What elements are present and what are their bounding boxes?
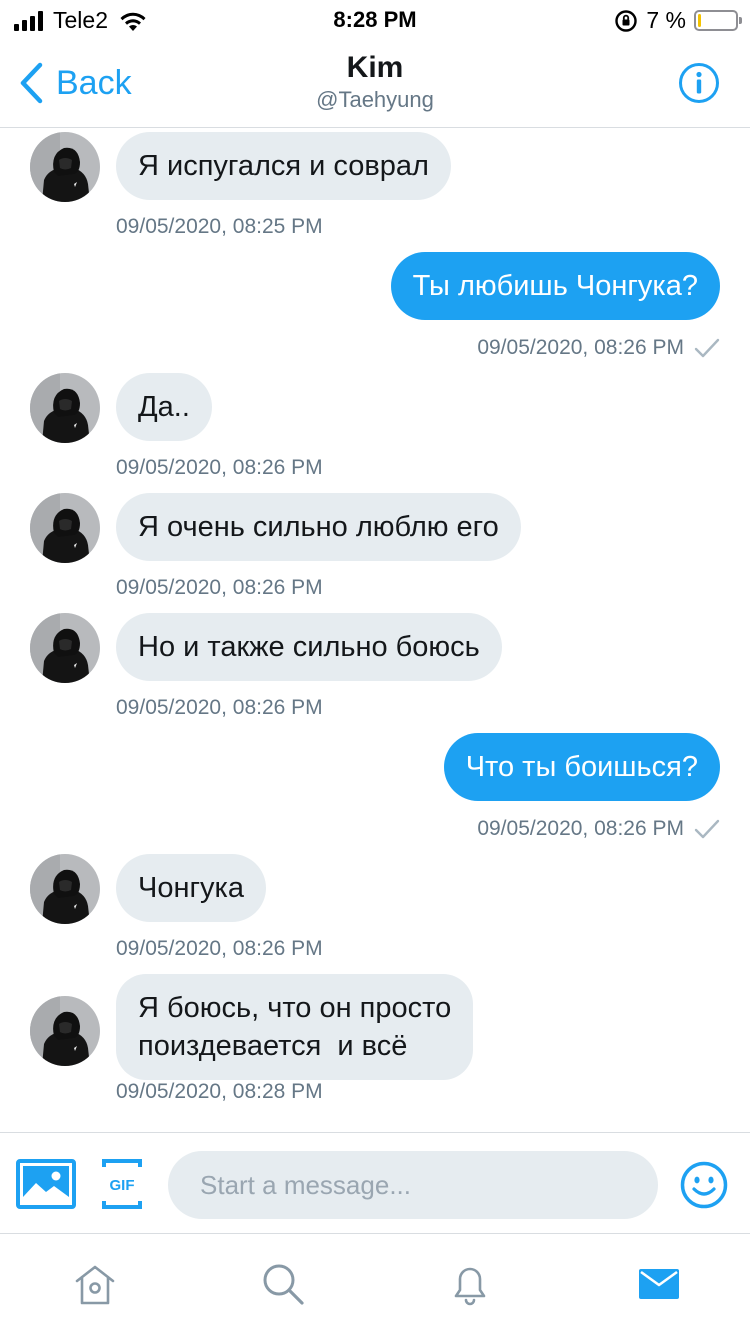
avatar[interactable] bbox=[30, 854, 100, 924]
avatar[interactable] bbox=[30, 996, 100, 1066]
message-bubble[interactable]: Чонгука bbox=[116, 854, 267, 922]
notifications-icon bbox=[454, 1267, 486, 1306]
message-bubble[interactable]: Я боюсь, что он просто поиздевается и вс… bbox=[116, 974, 474, 1080]
avatar[interactable] bbox=[30, 613, 100, 683]
message-timestamp: 09/05/2020, 08:26 PM bbox=[116, 456, 323, 479]
message-bubble[interactable]: Я испугался и соврал bbox=[116, 132, 451, 200]
gif-icon: GIF bbox=[102, 1159, 142, 1209]
orientation-lock-icon bbox=[615, 9, 638, 32]
add-gif-button[interactable]: GIF bbox=[102, 1159, 142, 1214]
message-input[interactable] bbox=[168, 1151, 658, 1219]
message-bubble[interactable]: Я очень сильно люблю его bbox=[116, 493, 521, 561]
message-list[interactable]: Я испугался и соврал 09/05/2020, 08:25 P… bbox=[0, 128, 750, 1132]
tab-search[interactable] bbox=[260, 1261, 306, 1312]
avatar[interactable] bbox=[30, 373, 100, 443]
message-bubble[interactable]: Ты любишь Чонгука? bbox=[390, 252, 720, 320]
conversation-handle: @Taehyung bbox=[316, 87, 434, 112]
avatar-image bbox=[30, 613, 100, 683]
image-icon bbox=[16, 1159, 76, 1209]
battery-level bbox=[698, 14, 701, 27]
smiley-icon bbox=[680, 1161, 728, 1209]
battery-icon bbox=[694, 10, 742, 31]
tab-messages[interactable] bbox=[636, 1261, 682, 1312]
status-right: 7 % bbox=[614, 7, 742, 34]
message-bubble[interactable]: Что ты боишься? bbox=[443, 733, 720, 801]
tab-notifications[interactable] bbox=[447, 1261, 493, 1312]
message-timestamp: 09/05/2020, 08:26 PM bbox=[116, 576, 323, 599]
gif-label: GIF bbox=[110, 1177, 135, 1194]
tab-bar bbox=[0, 1235, 750, 1334]
avatar-image bbox=[30, 493, 100, 563]
message-line: Я боюсь, что он просто bbox=[138, 992, 452, 1024]
add-photo-button[interactable] bbox=[16, 1159, 76, 1214]
avatar-image bbox=[30, 373, 100, 443]
tab-home[interactable] bbox=[72, 1261, 118, 1312]
message-timestamp: 09/05/2020, 08:28 PM bbox=[116, 1080, 323, 1103]
conversation-title: Kim bbox=[346, 51, 404, 84]
avatar-image bbox=[30, 854, 100, 924]
search-icon bbox=[263, 1264, 304, 1305]
conversation-header: Back Kim @Taehyung bbox=[0, 40, 750, 128]
message-timestamp-row: 09/05/2020, 08:26 PM bbox=[477, 336, 720, 360]
message-timestamp: 09/05/2020, 08:26 PM bbox=[477, 817, 684, 840]
avatar-image bbox=[30, 996, 100, 1066]
message-bubble[interactable]: Да.. bbox=[116, 373, 212, 441]
message-line: поиздевается и всё bbox=[138, 1030, 408, 1062]
message-timestamp: 09/05/2020, 08:26 PM bbox=[116, 937, 323, 960]
info-button[interactable] bbox=[678, 62, 720, 109]
sent-check-icon bbox=[694, 339, 720, 358]
messages-icon bbox=[639, 1269, 679, 1299]
info-icon bbox=[679, 63, 719, 103]
battery-percent: 7 % bbox=[646, 7, 686, 33]
sent-check-icon bbox=[694, 820, 720, 839]
conversation-title-block[interactable]: Kim @Taehyung bbox=[0, 50, 750, 114]
emoji-button[interactable] bbox=[680, 1161, 728, 1214]
message-timestamp-row: 09/05/2020, 08:26 PM bbox=[477, 817, 720, 841]
home-icon bbox=[75, 1265, 115, 1305]
avatar-image bbox=[30, 132, 100, 202]
message-timestamp: 09/05/2020, 08:26 PM bbox=[116, 696, 323, 719]
message-bubble[interactable]: Но и также сильно боюсь bbox=[116, 613, 502, 681]
message-timestamp: 09/05/2020, 08:26 PM bbox=[477, 336, 684, 359]
status-bar: Tele2 8:28 PM 7 % bbox=[0, 0, 750, 40]
message-timestamp: 09/05/2020, 08:25 PM bbox=[116, 215, 323, 238]
message-composer: GIF bbox=[0, 1132, 750, 1234]
avatar[interactable] bbox=[30, 132, 100, 202]
avatar[interactable] bbox=[30, 493, 100, 563]
